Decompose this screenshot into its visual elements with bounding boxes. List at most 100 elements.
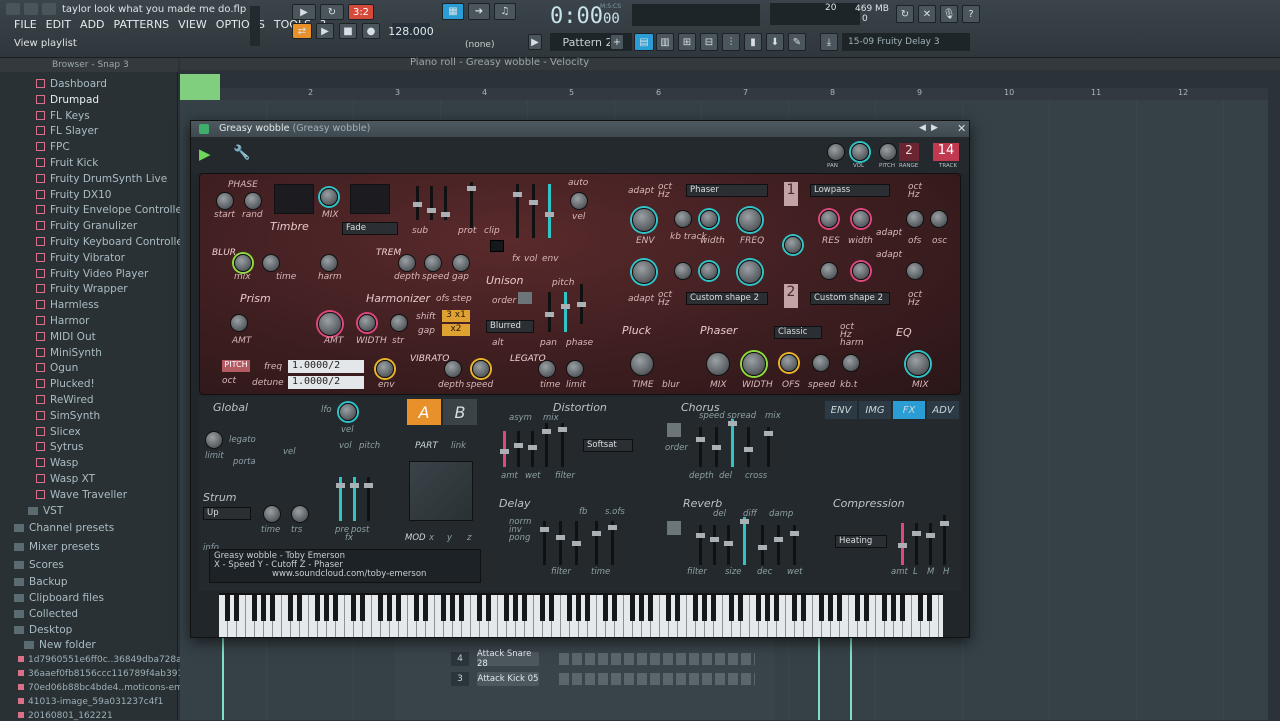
playlist-icon[interactable]: ▤ — [634, 33, 654, 51]
chorus-depth-fader[interactable] — [696, 427, 705, 467]
menu-edit[interactable]: EDIT — [46, 18, 71, 31]
window-icon[interactable] — [6, 3, 20, 15]
filter3-env-knob[interactable] — [632, 260, 656, 284]
browser-plugin-item[interactable]: Fruity Vibrator — [36, 252, 125, 264]
filter2-osc-knob[interactable] — [930, 210, 948, 228]
comp-h-fader[interactable] — [940, 515, 949, 565]
unison-order-button[interactable] — [518, 292, 532, 304]
browser-plugin-item[interactable]: Fruity Wrapper — [36, 283, 128, 295]
harmonizer-width-knob[interactable] — [358, 314, 376, 332]
black-key[interactable] — [819, 595, 824, 621]
range-value[interactable]: 2 — [899, 143, 919, 161]
filter4-shape-dropdown[interactable]: Custom shape 2 — [810, 292, 890, 305]
phaser-width-knob[interactable] — [742, 352, 766, 376]
browser-folder-item[interactable]: Clipboard files — [14, 592, 104, 604]
phaser-mode-dropdown[interactable]: Classic — [774, 326, 822, 339]
velocity-marker[interactable] — [180, 74, 220, 100]
black-key[interactable] — [927, 595, 932, 621]
trem-depth-knob[interactable] — [398, 254, 416, 272]
black-key[interactable] — [360, 595, 365, 621]
dist-wet-fader[interactable] — [528, 431, 537, 467]
part-b-tab[interactable]: B — [443, 399, 477, 425]
wrench-icon[interactable]: 🔧 — [233, 145, 250, 161]
microphone-icon[interactable]: 🎙 — [940, 5, 958, 23]
phase-rand-knob[interactable] — [244, 192, 262, 210]
black-key[interactable] — [522, 595, 527, 621]
reverb-wet-fader[interactable] — [790, 525, 799, 565]
black-key[interactable] — [513, 595, 518, 621]
vibrato-speed-knob[interactable] — [472, 360, 490, 378]
black-key[interactable] — [351, 595, 356, 621]
chorus-cross-fader[interactable] — [744, 427, 753, 467]
browser-plugin-item[interactable]: Fruity Keyboard Controller — [36, 236, 187, 248]
delay-fader[interactable] — [556, 521, 565, 565]
black-key[interactable] — [864, 595, 869, 621]
dist-amt-fader[interactable] — [500, 431, 509, 467]
black-key[interactable] — [675, 595, 680, 621]
pre-fader[interactable] — [336, 477, 345, 521]
browser-plugin-item[interactable]: Fruity DX10 — [36, 189, 111, 201]
black-key[interactable] — [837, 595, 842, 621]
step-sequencer[interactable] — [559, 653, 755, 665]
reverb-filter-fader[interactable] — [696, 525, 705, 565]
menu-patterns[interactable]: PATTERNS — [114, 18, 170, 31]
filter1-freq-knob[interactable] — [738, 208, 762, 232]
browser-plugin-item[interactable]: FL Slayer — [36, 125, 98, 137]
black-key[interactable] — [711, 595, 716, 621]
loop-icon[interactable]: ↻ — [320, 4, 344, 20]
piano-keyboard[interactable] — [219, 593, 943, 637]
snap-value[interactable]: (none) — [465, 40, 494, 50]
plugin-gear-icon[interactable] — [199, 124, 209, 134]
close-icon[interactable] — [42, 3, 56, 15]
phaser-ofs-knob[interactable] — [780, 354, 798, 372]
filter4-res-knob[interactable] — [820, 262, 838, 280]
browser-folder-item[interactable]: Backup — [14, 576, 68, 588]
vibrato-depth-knob[interactable] — [444, 360, 462, 378]
filter2-res-knob[interactable] — [820, 210, 838, 228]
master-volume-slider[interactable] — [250, 6, 260, 46]
strum-trs-knob[interactable] — [291, 505, 309, 523]
browser-plugin-item[interactable]: Fruity DrumSynth Live — [36, 173, 167, 185]
pattern-indicator[interactable]: 3:2 — [348, 4, 374, 20]
black-key[interactable] — [297, 595, 302, 621]
delay-fb-fader[interactable] — [572, 521, 581, 565]
unison-pan-fader[interactable] — [545, 292, 554, 332]
filter4-width-knob[interactable] — [852, 262, 870, 280]
unison-phase-fader[interactable] — [561, 292, 570, 332]
tools-cross-icon[interactable]: ✕ — [918, 5, 936, 23]
browser-plugin-item[interactable]: Harmor — [36, 315, 89, 327]
black-key[interactable] — [702, 595, 707, 621]
metronome-icon[interactable]: ♫ — [494, 3, 516, 20]
browser-file-item[interactable]: 70ed06b88bc4bde4..moticons-emojis — [18, 683, 198, 693]
menu-view[interactable]: VIEW — [178, 18, 207, 31]
dist-mix-fader[interactable] — [542, 423, 551, 467]
filter4-ofs-knob[interactable] — [906, 262, 924, 280]
browser-plugin-item[interactable]: MiniSynth — [36, 347, 102, 359]
filter2-ofs-knob[interactable] — [906, 210, 924, 228]
filter1-env-knob[interactable] — [632, 208, 656, 232]
part-a-tab[interactable]: A — [407, 399, 441, 425]
mixer-icon[interactable]: ⫶ — [722, 33, 740, 51]
menu-file[interactable]: FILE — [14, 18, 37, 31]
shift-value[interactable]: 3 x1 — [442, 310, 470, 322]
black-key[interactable] — [585, 595, 590, 621]
minimize-icon[interactable] — [24, 3, 38, 15]
comp-l-fader[interactable] — [912, 523, 921, 565]
browser-folder-item[interactable]: Mixer presets — [14, 541, 100, 553]
next-preset-icon[interactable]: ▶ — [931, 123, 938, 133]
typing-keyboard-icon[interactable]: ▦ — [442, 3, 464, 20]
strum-time-knob[interactable] — [263, 505, 281, 523]
channel-button[interactable]: Attack Snare 28 — [477, 649, 539, 669]
stop-button[interactable]: ■ — [339, 23, 357, 39]
harmonizer-amt-knob[interactable] — [318, 312, 342, 336]
browser-folder-item[interactable]: Collected — [14, 608, 78, 620]
browser-plugin-item[interactable]: Fruit Kick — [36, 157, 98, 169]
mod-tab-fx[interactable]: FX — [893, 401, 925, 419]
black-key[interactable] — [765, 595, 770, 621]
black-key[interactable] — [801, 595, 806, 621]
pan-knob[interactable] — [827, 143, 845, 161]
browser-subfolder[interactable]: New folder — [24, 639, 96, 651]
black-key[interactable] — [612, 595, 617, 621]
browser-vst[interactable]: VST — [28, 505, 63, 517]
phase-start-knob[interactable] — [216, 192, 234, 210]
